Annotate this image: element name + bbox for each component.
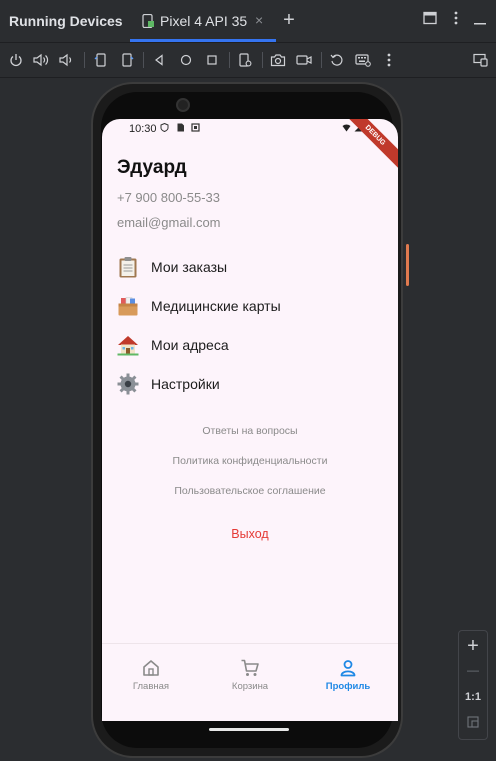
volume-down-icon[interactable]	[57, 51, 75, 69]
tab-pixel-4-api-35[interactable]: Pixel 4 API 35 ×	[130, 0, 276, 42]
menu-item-label: Медицинские карты	[151, 298, 281, 314]
home-button-icon[interactable]	[177, 51, 195, 69]
menu-item-label: Мои адреса	[151, 337, 229, 353]
reset-icon[interactable]	[328, 51, 346, 69]
notification-icon	[191, 123, 200, 132]
sim-icon	[177, 123, 184, 132]
nav-profile[interactable]: Профиль	[308, 658, 388, 698]
faq-link[interactable]: Ответы на вопросы	[102, 425, 398, 437]
user-email: email@gmail.com	[117, 215, 221, 230]
zoom-controls: + — 1:1	[458, 630, 488, 740]
user-agreement-link[interactable]: Пользовательское соглашение	[102, 485, 398, 497]
menu-item-medical-cards[interactable]: Медицинские карты	[117, 295, 367, 319]
menu-item-label: Настройки	[151, 376, 220, 392]
tab-label: Pixel 4 API 35	[160, 13, 248, 29]
user-phone: +7 900 800-55-33	[117, 190, 221, 205]
status-time: 10:30	[129, 123, 157, 135]
gear-icon	[117, 373, 139, 395]
cart-icon	[241, 659, 259, 676]
nav-home[interactable]: Главная	[111, 658, 191, 698]
device-icon	[142, 14, 154, 28]
toolbar-divider	[84, 52, 85, 68]
power-icon[interactable]	[7, 51, 25, 69]
file-box-icon	[118, 297, 138, 316]
status-bar: 10:30 DEBUG	[102, 119, 398, 172]
zoom-in-button[interactable]: +	[459, 635, 487, 658]
user-name: Эдуард	[117, 157, 187, 178]
toolbar-divider	[229, 52, 230, 68]
screen-record-icon[interactable]	[295, 51, 313, 69]
nav-cart-label: Корзина	[231, 681, 269, 692]
person-icon	[340, 660, 356, 677]
device-mirroring-icon[interactable]	[472, 51, 490, 69]
toolbar-divider	[262, 52, 263, 68]
more-icon[interactable]	[380, 51, 398, 69]
keyboard-icon[interactable]	[354, 51, 372, 69]
nav-cart[interactable]: Корзина	[210, 658, 290, 698]
menu-item-label: Мои заказы	[151, 259, 228, 275]
more-options-icon[interactable]	[446, 11, 466, 31]
screenshot-icon[interactable]	[269, 51, 287, 69]
toolbar-divider	[143, 52, 144, 68]
privacy-policy-link[interactable]: Политика конфиденциальности	[102, 455, 398, 467]
device-settings-icon[interactable]	[236, 51, 254, 69]
shield-icon	[160, 123, 169, 132]
tool-window-header: Running Devices Pixel 4 API 35 × +	[0, 0, 496, 43]
nav-profile-label: Профиль	[325, 681, 371, 692]
nav-home-label: Главная	[132, 681, 170, 692]
zoom-actual-size-button[interactable]: 1:1	[459, 691, 487, 703]
home-icon	[143, 660, 159, 676]
rotate-left-icon[interactable]	[92, 51, 110, 69]
minimize-icon[interactable]	[470, 11, 490, 31]
overview-icon[interactable]	[203, 51, 221, 69]
menu-item-settings[interactable]: Настройки	[117, 373, 367, 397]
window-layout-icon[interactable]	[420, 11, 440, 31]
wifi-icon	[342, 124, 351, 132]
volume-up-icon[interactable]	[32, 51, 50, 69]
logout-button[interactable]: Выход	[102, 527, 398, 541]
phone-screen[interactable]: 10:30 DEBUG Эдуард +7 900 800-55-33 emai…	[102, 119, 398, 721]
rotate-right-icon[interactable]	[118, 51, 136, 69]
menu-item-addresses[interactable]: Мои адреса	[117, 334, 367, 358]
clipboard-icon	[119, 257, 137, 278]
back-icon[interactable]	[150, 51, 168, 69]
tool-window-title: Running Devices	[9, 13, 123, 29]
zoom-fit-icon[interactable]	[459, 715, 487, 733]
toolbar-divider	[321, 52, 322, 68]
close-icon[interactable]: ×	[255, 12, 263, 28]
house-icon	[117, 336, 139, 356]
menu-item-orders[interactable]: Мои заказы	[117, 256, 367, 280]
front-camera	[176, 98, 190, 112]
bottom-navigation: Главная Корзина Профиль	[102, 643, 398, 721]
scroll-accent	[406, 244, 409, 286]
gesture-home-bar	[209, 728, 289, 731]
add-tab-button[interactable]: +	[279, 10, 299, 30]
zoom-out-button[interactable]: —	[459, 663, 487, 677]
device-toolbar	[0, 43, 496, 78]
tab-active-indicator	[130, 39, 276, 42]
